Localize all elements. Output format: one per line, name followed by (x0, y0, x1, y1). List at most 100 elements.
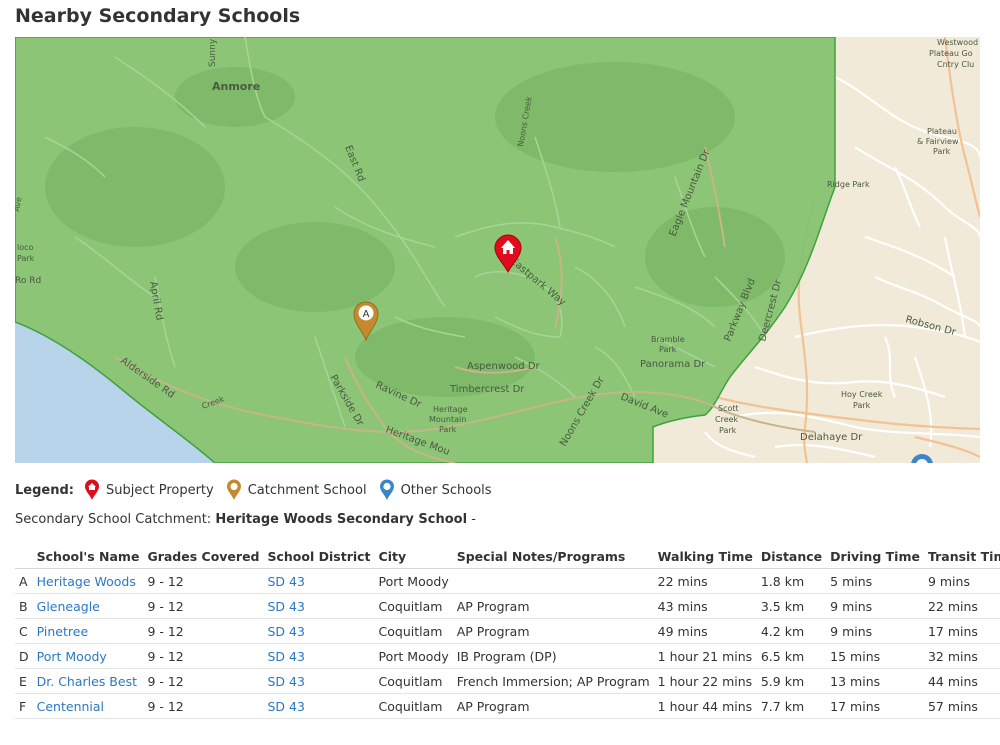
city-cell: Coquitlam (374, 668, 453, 694)
notes-cell: IB Program (DP) (452, 643, 654, 669)
city-cell: Port Moody (374, 568, 453, 594)
school-name-link[interactable]: Heritage Woods (37, 574, 136, 589)
map-label-ridge-park: Ridge Park (827, 180, 870, 189)
grades-cell: 9 - 12 (143, 668, 264, 694)
city-cell: Coquitlam (374, 593, 453, 619)
map-label-bramble-park-1: Bramble (651, 335, 685, 344)
notes-cell: AP Program (452, 593, 654, 619)
legend-item-other-schools: Other Schools (379, 479, 492, 501)
map-label-heritage-park-3: Park (439, 425, 457, 434)
grades-cell: 9 - 12 (143, 618, 264, 644)
header-walking-time: Walking Time (653, 546, 757, 569)
map-label-heritage-park-1: Heritage (433, 405, 468, 414)
row-letter: D (15, 643, 33, 669)
city-cell: Coquitlam (374, 693, 453, 719)
legend-label: Legend: (15, 482, 74, 498)
header-letter (15, 546, 33, 569)
transit-time-cell: 32 mins (923, 643, 1000, 669)
map-label-westwood-2: Plateau Go (929, 49, 973, 58)
table-row: C Pinetree 9 - 12 SD 43 Coquitlam AP Pro… (15, 618, 1000, 644)
grades-cell: 9 - 12 (143, 593, 264, 619)
grades-cell: 9 - 12 (143, 643, 264, 669)
distance-cell: 5.9 km (756, 668, 827, 694)
map-label-hoy-creek-park-1: Hoy Creek (841, 390, 883, 399)
row-letter: B (15, 593, 33, 619)
school-name-link[interactable]: Dr. Charles Best (37, 674, 137, 689)
transit-time-cell: 57 mins (923, 693, 1000, 719)
map-label-scott-creek-park-1: Scott (718, 404, 739, 413)
map-label-timbercrest-dr: Timbercrest Dr (449, 384, 525, 395)
transit-time-cell: 17 mins (923, 618, 1000, 644)
distance-cell: 3.5 km (756, 593, 827, 619)
driving-time-cell: 5 mins (826, 568, 924, 594)
map-label-aspenwood-dr: Aspenwood Dr (467, 361, 541, 372)
legend-item-label: Other Schools (400, 482, 492, 498)
map-label-ro-rd: Ro Rd (15, 276, 41, 286)
school-district-link[interactable]: SD 43 (268, 674, 305, 689)
row-letter: C (15, 618, 33, 644)
table-header-row: School's Name Grades Covered School Dist… (15, 546, 1000, 569)
map-canvas[interactable]: Anmore East Rd Sunny April Rd Alderside … (15, 37, 980, 463)
map-label-plateau-park-1: Plateau (927, 127, 957, 136)
map-label-westwood-1: Westwood (937, 38, 978, 47)
row-letter: F (15, 693, 33, 719)
notes-cell: AP Program (452, 618, 654, 644)
table-row: F Centennial 9 - 12 SD 43 Coquitlam AP P… (15, 693, 1000, 719)
header-school-district: School District (263, 546, 375, 569)
transit-time-cell: 9 mins (923, 568, 1000, 594)
school-name-link[interactable]: Centennial (37, 699, 104, 714)
map-label-westwood-3: Cntry Clu (937, 60, 974, 69)
school-district-link[interactable]: SD 43 (268, 649, 305, 664)
orange-pin-icon (226, 479, 241, 500)
row-letter: A (15, 568, 33, 594)
legend-item-catchment-school: Catchment School (226, 479, 367, 501)
map-label-plateau-park-2: & Fairview (917, 137, 959, 146)
walking-time-cell: 43 mins (653, 593, 757, 619)
catchment-prefix: Secondary School Catchment: (15, 512, 212, 527)
header-transit-time: Transit Time (923, 546, 1000, 569)
transit-time-cell: 22 mins (923, 593, 1000, 619)
school-name-link[interactable]: Gleneagle (37, 599, 100, 614)
notes-cell: French Immersion; AP Program (452, 668, 654, 694)
blue-pin-icon (379, 479, 394, 500)
header-special-notes: Special Notes/Programs (452, 546, 654, 569)
grades-cell: 9 - 12 (143, 693, 264, 719)
map-label-hoy-creek-park-2: Park (853, 401, 871, 410)
school-name-link[interactable]: Port Moody (37, 649, 107, 664)
map-label-heritage-park-2: Mountain (429, 415, 466, 424)
map[interactable]: Anmore East Rd Sunny April Rd Alderside … (15, 37, 980, 463)
school-name-link[interactable]: Pinetree (37, 624, 89, 639)
driving-time-cell: 13 mins (826, 668, 924, 694)
map-label-loco-park-1: loco (17, 243, 34, 252)
school-district-link[interactable]: SD 43 (268, 624, 305, 639)
driving-time-cell: 9 mins (826, 618, 924, 644)
catchment-suffix: - (471, 512, 476, 527)
distance-cell: 4.2 km (756, 618, 827, 644)
city-cell: Port Moody (374, 643, 453, 669)
schools-table: School's Name Grades Covered School Dist… (15, 546, 1000, 719)
header-grades-covered: Grades Covered (143, 546, 264, 569)
school-district-link[interactable]: SD 43 (268, 599, 305, 614)
table-row: D Port Moody 9 - 12 SD 43 Port Moody IB … (15, 643, 1000, 669)
transit-time-cell: 44 mins (923, 668, 1000, 694)
map-label-plateau-park-3: Park (933, 147, 951, 156)
map-label-loco-park-2: Park (17, 254, 35, 263)
map-label-panorama-dr: Panorama Dr (640, 359, 706, 370)
distance-cell: 7.7 km (756, 693, 827, 719)
driving-time-cell: 15 mins (826, 643, 924, 669)
row-letter: E (15, 668, 33, 694)
walking-time-cell: 1 hour 21 mins (653, 643, 757, 669)
legend-item-label: Subject Property (105, 482, 214, 498)
school-district-link[interactable]: SD 43 (268, 574, 305, 589)
legend: Legend: Subject Property Catchment Schoo… (15, 478, 504, 502)
map-label-scott-creek-park-3: Park (719, 426, 737, 435)
header-distance: Distance (756, 546, 827, 569)
header-driving-time: Driving Time (826, 546, 924, 569)
school-district-link[interactable]: SD 43 (268, 699, 305, 714)
header-city: City (374, 546, 453, 569)
legend-item-label: Catchment School (247, 482, 367, 498)
driving-time-cell: 17 mins (826, 693, 924, 719)
catchment-info: Secondary School Catchment: Heritage Woo… (15, 512, 476, 527)
map-label-anmore: Anmore (212, 80, 260, 93)
header-school-name: School's Name (32, 546, 144, 569)
